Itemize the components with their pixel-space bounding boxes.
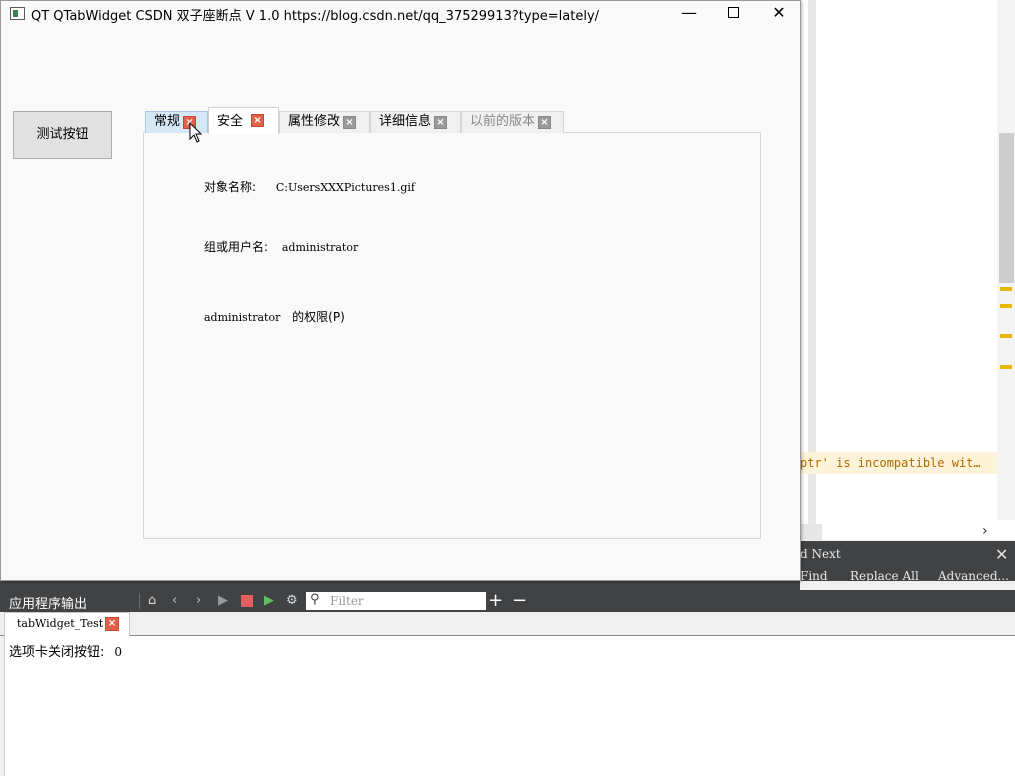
zoom-out-icon[interactable]: −	[512, 590, 527, 611]
scroll-marker	[1000, 287, 1012, 291]
output-tab[interactable]: tabWidget_Test ×	[4, 612, 130, 636]
permission-user: administrator	[204, 311, 281, 324]
maximize-icon[interactable]	[728, 7, 739, 18]
mouse-cursor-icon	[189, 122, 203, 143]
output-line-label: 选项卡关闭按钮:	[9, 645, 105, 660]
close-icon[interactable]: ✕	[771, 3, 787, 23]
tab-previous-versions[interactable]: 以前的版本 ×	[461, 111, 564, 133]
output-toolbar: 应用程序输出 ⌂ ‹ › ▶ ▶ ⚙ Filter ⚲ + −	[0, 590, 1015, 612]
replace-all-button[interactable]: Replace All	[850, 569, 919, 583]
tab-label: 常规	[154, 114, 181, 129]
scroll-marker	[1000, 365, 1012, 369]
close-icon[interactable]: ×	[434, 116, 447, 129]
window-title: QT QTabWidget CSDN 双子座断点 V 1.0 https://b…	[31, 9, 600, 24]
close-icon[interactable]: ✕	[995, 545, 1008, 564]
find-button[interactable]: Find	[800, 569, 828, 583]
debug-run-icon[interactable]: ▶	[264, 592, 274, 610]
test-button[interactable]: 测试按钮	[13, 111, 112, 159]
permission-label: 的权限(P)	[292, 310, 345, 324]
output-line: 选项卡关闭按钮: 0	[9, 641, 122, 660]
advanced-button[interactable]: Advanced...	[938, 569, 1009, 583]
output-panel-title: 应用程序输出	[9, 597, 88, 612]
tab-property-edit[interactable]: 属性修改 ×	[279, 111, 370, 133]
find-replace-bar: d Next Find Replace All Advanced... ✕	[800, 541, 1015, 583]
clear-output-icon[interactable]: ⌂	[148, 592, 156, 610]
zoom-in-icon[interactable]: +	[488, 590, 503, 611]
prev-icon[interactable]: ‹	[172, 592, 177, 610]
editor-hscroll[interactable]	[800, 524, 822, 540]
find-next-button[interactable]: d Next	[800, 547, 841, 561]
minimize-icon[interactable]: —	[681, 3, 697, 23]
output-line-value: 0	[114, 645, 123, 659]
scroll-marker	[1000, 334, 1012, 338]
permission-row: administrator 的权限(P)	[204, 308, 345, 325]
close-icon[interactable]: ×	[538, 116, 551, 129]
tab-label: 详细信息	[379, 114, 432, 129]
object-name-row: 对象名称: C:UsersXXXPictures1.gif	[204, 178, 415, 195]
scroll-marker	[1000, 304, 1012, 308]
group-user-row: 组或用户名: administrator	[204, 238, 358, 255]
output-text-area[interactable]	[4, 636, 1015, 776]
settings-gear-icon[interactable]: ⚙	[286, 592, 298, 610]
object-name-value: C:UsersXXXPictures1.gif	[275, 181, 415, 194]
output-tab-label: tabWidget_Test	[17, 617, 104, 630]
tab-security[interactable]: 安全 ×	[208, 107, 279, 134]
app-window: QT QTabWidget CSDN 双子座断点 V 1.0 https://b…	[0, 0, 801, 581]
object-name-label: 对象名称:	[204, 180, 257, 194]
close-icon[interactable]: ×	[343, 116, 356, 129]
editor-scroll-thumb[interactable]	[999, 133, 1014, 283]
chevron-right-icon[interactable]: ›	[982, 523, 988, 539]
search-icon: ⚲	[310, 592, 320, 607]
group-user-value: administrator	[281, 241, 359, 254]
app-icon	[10, 7, 25, 20]
close-icon[interactable]: ×	[251, 114, 264, 127]
next-icon[interactable]: ›	[196, 592, 201, 610]
tab-label: 属性修改	[288, 114, 341, 129]
tab-details[interactable]: 详细信息 ×	[370, 111, 461, 133]
group-user-label: 组或用户名:	[204, 240, 269, 254]
close-icon[interactable]: ×	[105, 617, 119, 631]
filter-input[interactable]: Filter	[306, 592, 486, 610]
output-tab-bar: tabWidget_Test ×	[0, 612, 1015, 636]
tab-label: 以前的版本	[470, 114, 536, 129]
stop-icon[interactable]	[241, 595, 253, 607]
toolbar-separator	[139, 593, 140, 609]
tab-label: 安全	[217, 114, 244, 129]
run-icon[interactable]: ▶	[218, 592, 228, 610]
editor-warning-annotation: ptr' is incompatible wit…	[800, 452, 997, 474]
